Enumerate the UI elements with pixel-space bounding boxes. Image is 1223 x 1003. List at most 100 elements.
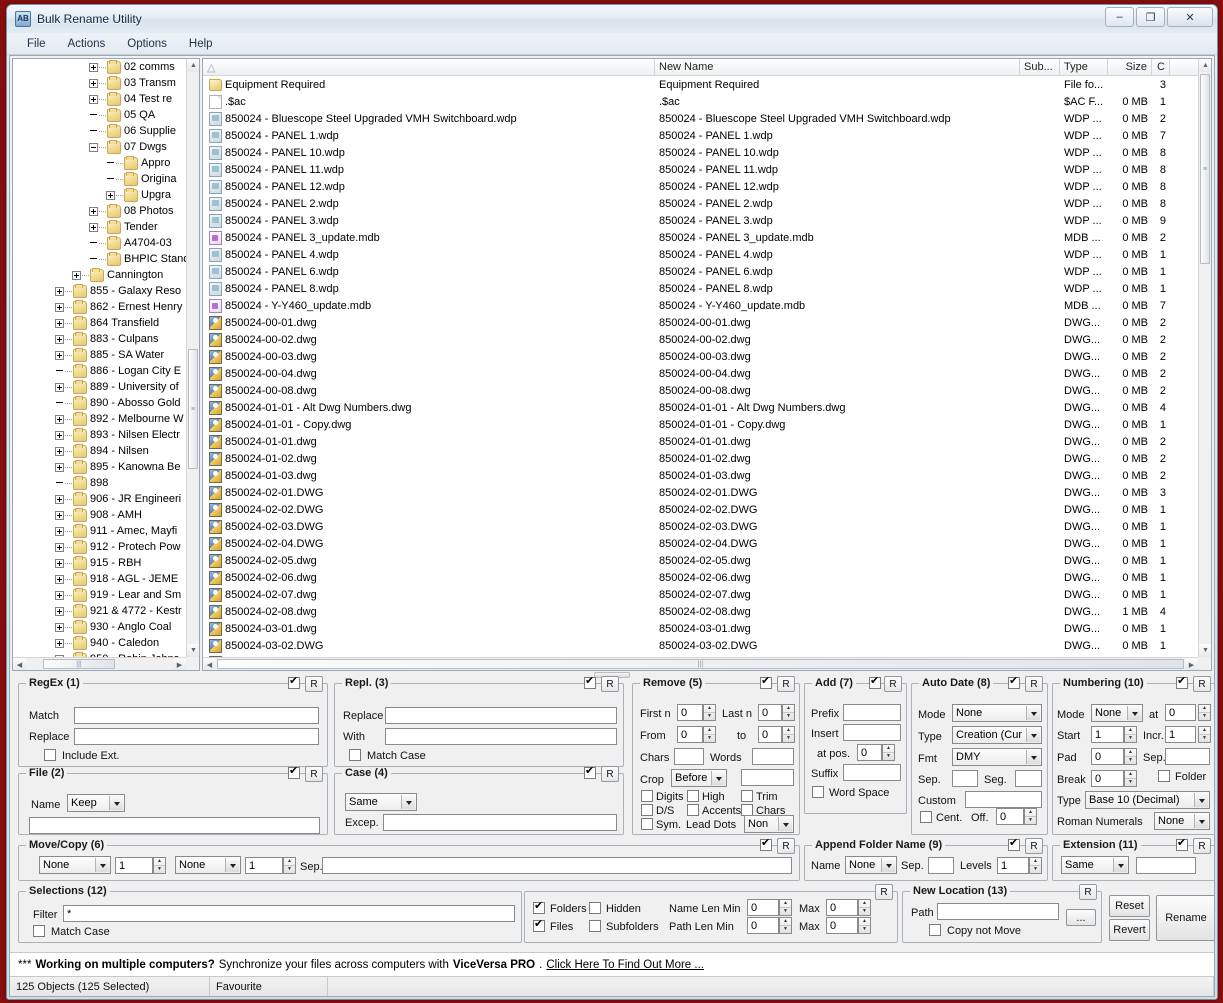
add-prefix-input[interactable] (843, 704, 901, 721)
table-row[interactable]: 850024 - PANEL 3_update.mdb850024 - PANE… (203, 229, 1198, 246)
list-vertical-scrollbar[interactable]: ▲ ≡ ▼ (1198, 59, 1211, 657)
revert-button[interactable]: Revert (1109, 919, 1150, 941)
table-row[interactable]: 850024-02-01.DWG850024-02-01.DWGDWG...0 … (203, 484, 1198, 501)
filters-name-len-max-input[interactable]: 0 (826, 899, 858, 916)
extension-value-input[interactable] (1136, 857, 1196, 874)
expand-icon[interactable] (55, 623, 64, 632)
panel-regex-reset-button[interactable]: R (305, 676, 323, 692)
repl-match-case-checkbox[interactable] (349, 749, 361, 761)
tree-node[interactable]: 885 - SA Water (13, 347, 186, 363)
move-copy-sep-input[interactable] (322, 857, 792, 874)
auto-date-mode-select[interactable]: None (952, 704, 1042, 722)
table-row[interactable]: 850024-02-04.DWG850024-02-04.DWGDWG...0 … (203, 535, 1198, 552)
panel-move-copy-reset-button[interactable]: R (777, 838, 795, 854)
new-location-path-input[interactable] (937, 903, 1059, 920)
scroll-right-icon[interactable]: ▶ (173, 658, 186, 671)
filters-name-len-min-input[interactable]: 0 (747, 899, 779, 916)
expand-icon[interactable] (89, 95, 98, 104)
numbering-mode-select[interactable]: None (1091, 704, 1143, 722)
remove-digits-checkbox[interactable] (641, 790, 653, 802)
numbering-roman-select[interactable]: None (1154, 812, 1210, 830)
filters-path-len-max-input[interactable]: 0 (826, 917, 858, 934)
chevron-down-icon[interactable] (1026, 706, 1040, 720)
selections-filter-input[interactable]: * (63, 905, 515, 922)
chevron-down-icon[interactable] (1113, 858, 1127, 872)
auto-date-fmt-select[interactable]: DMY (952, 748, 1042, 766)
expand-icon[interactable] (55, 607, 64, 616)
numbering-break-spinner[interactable]: ▲▼ (1124, 770, 1137, 787)
folder-tree[interactable]: 02 comms03 Transm04 Test re05 QA06 Suppl… (13, 59, 186, 657)
scroll-left-icon[interactable]: ◀ (203, 658, 216, 671)
regex-match-input[interactable] (74, 707, 319, 724)
auto-date-cent-checkbox[interactable] (920, 811, 932, 823)
numbering-at-input[interactable]: 0 (1165, 704, 1196, 721)
numbering-start-spinner[interactable]: ▲▼ (1124, 726, 1137, 743)
table-row[interactable]: 850024-02-06.dwg850024-02-06.dwgDWG...0 … (203, 569, 1198, 586)
remove-to-spinner[interactable]: ▲▼ (782, 726, 795, 743)
tree-node[interactable]: 919 - Lear and Sm (13, 587, 186, 603)
expand-icon[interactable] (55, 543, 64, 552)
reset-button[interactable]: Reset (1109, 895, 1150, 917)
auto-date-custom-input[interactable] (965, 791, 1042, 808)
close-button[interactable]: ✕ (1167, 7, 1213, 27)
tree-node[interactable]: 921 & 4772 - Kestr (13, 603, 186, 619)
panel-auto-date-enable-checkbox[interactable] (1008, 677, 1020, 689)
folder-tree-pane[interactable]: 02 comms03 Transm04 Test re05 QA06 Suppl… (12, 58, 200, 671)
tree-node[interactable]: 07 Dwgs (13, 139, 186, 155)
chevron-down-icon[interactable] (1194, 793, 1208, 807)
expand-icon[interactable] (55, 591, 64, 600)
tree-node[interactable]: 05 QA (13, 107, 186, 123)
menu-help[interactable]: Help (179, 36, 223, 52)
tree-node[interactable]: 895 - Kanowna Be (13, 459, 186, 475)
menu-options[interactable]: Options (117, 36, 177, 52)
remove-crop-input[interactable] (741, 769, 794, 786)
scroll-up-icon[interactable]: ▲ (187, 59, 200, 72)
table-row[interactable]: 850024-00-08.dwg850024-00-08.dwgDWG...0 … (203, 382, 1198, 399)
numbering-incr-spinner[interactable]: ▲▼ (1198, 726, 1211, 743)
expand-icon[interactable] (89, 207, 98, 216)
chevron-down-icon[interactable] (1026, 728, 1040, 742)
tree-node[interactable]: 890 - Abosso Gold (13, 395, 186, 411)
panel-remove-reset-button[interactable]: R (777, 676, 795, 692)
new-location-copy-not-move-checkbox[interactable] (929, 924, 941, 936)
scroll-down-icon[interactable]: ▼ (1199, 644, 1212, 657)
extension-mode-select[interactable]: Same (1061, 856, 1129, 874)
expand-icon[interactable] (55, 447, 64, 456)
remove-lead-dots-select[interactable]: Non (744, 815, 794, 833)
panel-add-enable-checkbox[interactable] (869, 677, 881, 689)
table-row[interactable]: 850024-00-04.dwg850024-00-04.dwgDWG...0 … (203, 365, 1198, 382)
numbering-at-spinner[interactable]: ▲▼ (1198, 704, 1211, 721)
auto-date-seg-input[interactable] (1015, 770, 1042, 787)
scroll-down-icon[interactable]: ▼ (187, 644, 200, 657)
remove-trim-checkbox[interactable] (741, 790, 753, 802)
scroll-left-icon[interactable]: ◀ (13, 658, 26, 671)
numbering-folder-checkbox[interactable] (1158, 770, 1170, 782)
expand-icon[interactable] (55, 463, 64, 472)
filters-path-len-min-spinner[interactable]: ▲▼ (779, 917, 792, 934)
tree-node[interactable]: 862 - Ernest Henry (13, 299, 186, 315)
expand-icon[interactable] (55, 287, 64, 296)
table-row[interactable]: 850024-02-08.dwg850024-02-08.dwgDWG...1 … (203, 603, 1198, 620)
add-word-space-checkbox[interactable] (812, 786, 824, 798)
file-list-header[interactable]: △New NameSub...TypeSizeC (203, 59, 1211, 76)
expand-icon[interactable] (55, 559, 64, 568)
move-copy-num1-spinner[interactable]: ▲▼ (153, 857, 166, 874)
panel-add-reset-button[interactable]: R (884, 676, 902, 692)
move-copy-mode1-select[interactable]: None (39, 856, 111, 874)
table-row[interactable]: 850024-03-02.DWG850024-03-02.DWGDWG...0 … (203, 637, 1198, 654)
remove-from-input[interactable]: 0 (677, 726, 703, 743)
promo-link[interactable]: Click Here To Find Out More ... (546, 959, 704, 971)
add-at-pos-input[interactable]: 0 (857, 744, 882, 761)
remove-from-spinner[interactable]: ▲▼ (703, 726, 716, 743)
table-row[interactable]: 850024-02-02.DWG850024-02-02.DWGDWG...0 … (203, 501, 1198, 518)
panel-append-folder-reset-button[interactable]: R (1025, 838, 1043, 854)
filters-reset-button[interactable]: R (875, 884, 893, 900)
tree-node[interactable]: 911 - Amec, Mayfi (13, 523, 186, 539)
numbering-start-input[interactable]: 1 (1091, 726, 1124, 743)
menu-file[interactable]: File (17, 36, 56, 52)
numbering-pad-input[interactable]: 0 (1091, 748, 1124, 765)
column-header[interactable]: △ (203, 59, 655, 75)
auto-date-off-input[interactable]: 0 (996, 808, 1024, 825)
filters-folders-checkbox[interactable] (533, 902, 545, 914)
remove-first-n-spinner[interactable]: ▲▼ (703, 704, 716, 721)
